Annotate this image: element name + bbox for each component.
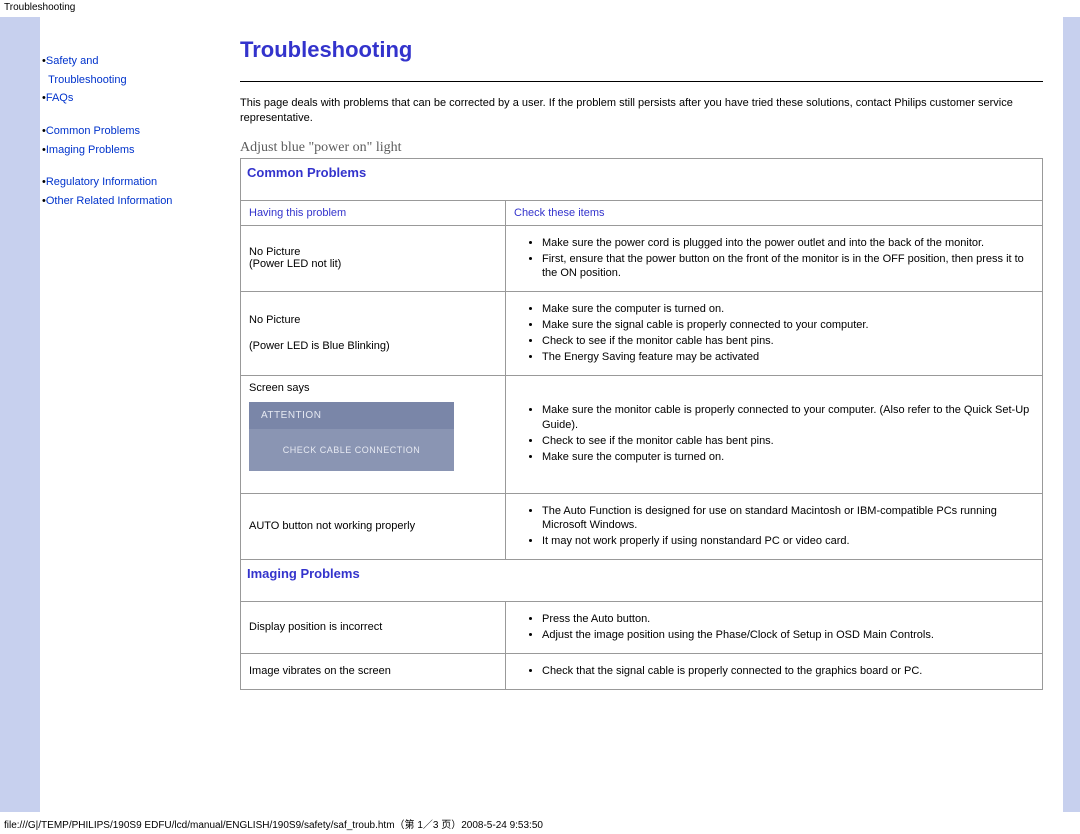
left-decor-bar [0, 17, 40, 812]
problem-text: AUTO button not working properly [249, 520, 415, 532]
table-row: No Picture (Power LED is Blue Blinking) … [241, 292, 1043, 375]
check-list: The Auto Function is designed for use on… [514, 504, 1034, 550]
section-header-common: Common Problems [241, 158, 1043, 200]
check-item: It may not work properly if using nonsta… [542, 534, 1034, 549]
table-row: AUTO button not working properly The Aut… [241, 493, 1043, 560]
main-content: Troubleshooting This page deals with pro… [240, 17, 1063, 812]
check-item: The Energy Saving feature may be activat… [542, 350, 1034, 365]
check-item: Check to see if the monitor cable has be… [542, 334, 1034, 349]
sidebar-item-imaging-problems[interactable]: •Imaging Problems [42, 141, 235, 160]
check-item: Make sure the signal cable is properly c… [542, 318, 1034, 333]
table-row: Display position is incorrect Press the … [241, 602, 1043, 654]
problem-text: Display position is incorrect [249, 621, 382, 633]
check-item: Check that the signal cable is properly … [542, 664, 1034, 679]
check-list: Make sure the monitor cable is properly … [514, 403, 1034, 464]
check-item: Check to see if the monitor cable has be… [542, 434, 1034, 449]
sidebar-item-regulatory[interactable]: •Regulatory Information [42, 173, 235, 192]
problem-text: No Picture [249, 314, 497, 326]
check-list: Press the Auto button. Adjust the image … [514, 612, 1034, 643]
table-row: Screen says ATTENTION CHECK CABLE CONNEC… [241, 375, 1043, 493]
troubleshooting-table: Common Problems Having this problem Chec… [240, 158, 1043, 690]
check-item: Press the Auto button. [542, 612, 1034, 627]
problem-text: Image vibrates on the screen [249, 665, 391, 677]
check-item: First, ensure that the power button on t… [542, 252, 1034, 282]
intro-text: This page deals with problems that can b… [240, 96, 1043, 126]
check-list: Make sure the computer is turned on. Mak… [514, 302, 1034, 364]
sidebar-item-faqs[interactable]: •FAQs [42, 89, 235, 108]
sidebar: •Safety and Troubleshooting •FAQs •Commo… [40, 17, 240, 812]
doc-top-label: Troubleshooting [0, 0, 1080, 15]
check-list: Check that the signal cable is properly … [514, 664, 1034, 679]
adjust-caption: Adjust blue "power on" light [240, 140, 1043, 156]
sidebar-item-safety[interactable]: •Safety and Troubleshooting [42, 52, 235, 89]
attention-banner: ATTENTION CHECK CABLE CONNECTION [249, 402, 454, 471]
problem-sub: (Power LED not lit) [249, 258, 341, 270]
table-row: Image vibrates on the screen Check that … [241, 653, 1043, 689]
sidebar-item-other-related[interactable]: •Other Related Information [42, 192, 235, 211]
check-item: Make sure the computer is turned on. [542, 302, 1034, 317]
col-header-problem: Having this problem [241, 200, 506, 225]
footer-path: file:///G|/TEMP/PHILIPS/190S9 EDFU/lcd/m… [4, 816, 543, 831]
check-item: Make sure the monitor cable is properly … [542, 403, 1034, 433]
right-decor-bar [1063, 17, 1080, 812]
title-separator [240, 81, 1043, 82]
problem-sub: (Power LED is Blue Blinking) [249, 340, 497, 352]
check-item: The Auto Function is designed for use on… [542, 504, 1034, 534]
section-header-imaging: Imaging Problems [241, 560, 1043, 602]
problem-text: No Picture [249, 246, 497, 258]
attention-message: CHECK CABLE CONNECTION [249, 429, 454, 471]
col-header-check: Check these items [506, 200, 1043, 225]
problem-text: Screen says [249, 382, 497, 394]
check-list: Make sure the power cord is plugged into… [514, 236, 1034, 282]
check-item: Make sure the power cord is plugged into… [542, 236, 1034, 251]
table-row: No Picture (Power LED not lit) Make sure… [241, 225, 1043, 292]
sidebar-item-common-problems[interactable]: •Common Problems [42, 122, 235, 141]
page-layout: •Safety and Troubleshooting •FAQs •Commo… [0, 17, 1080, 812]
attention-title: ATTENTION [249, 402, 454, 429]
check-item: Make sure the computer is turned on. [542, 450, 1034, 465]
page-title: Troubleshooting [240, 37, 1043, 63]
check-item: Adjust the image position using the Phas… [542, 628, 1034, 643]
